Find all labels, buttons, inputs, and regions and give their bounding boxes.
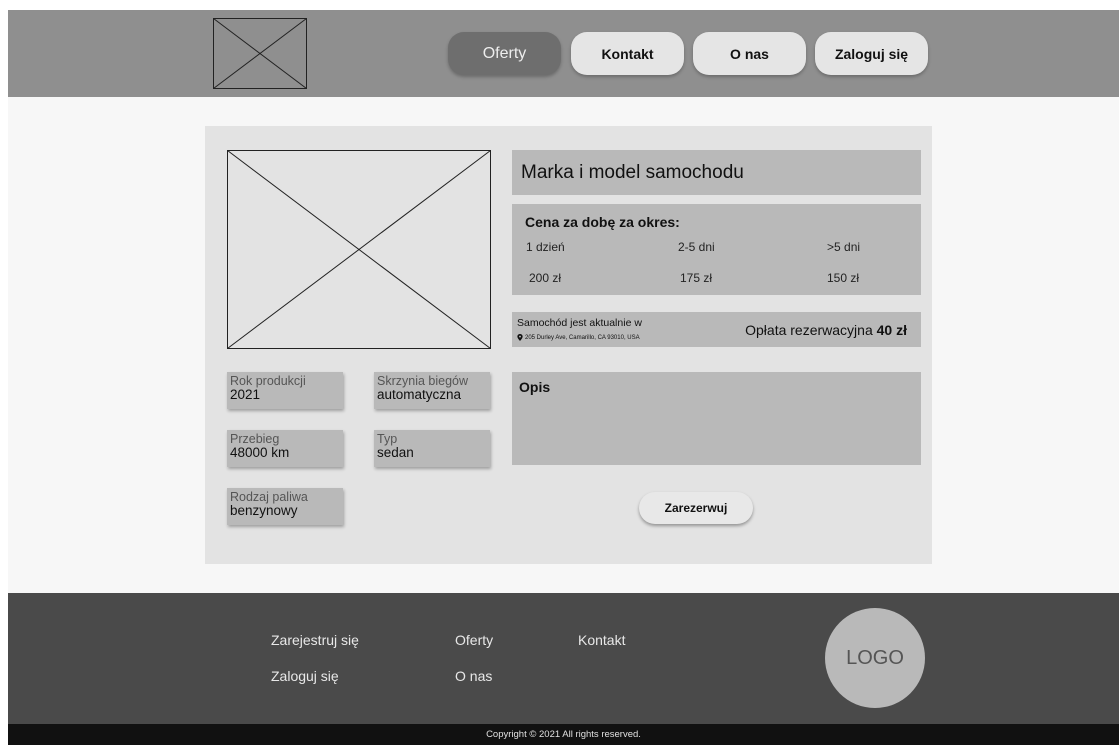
spec-type: Typ sedan xyxy=(374,430,490,467)
header xyxy=(8,10,1119,97)
footer-login-link[interactable]: Zaloguj się xyxy=(271,668,339,684)
spec-value: sedan xyxy=(377,445,414,460)
location-info: Samochód jest aktualnie w 205 Durley Ave… xyxy=(512,312,921,347)
footer xyxy=(8,593,1119,724)
nav-contact-button[interactable]: Kontakt xyxy=(571,32,684,75)
footer-offers-link[interactable]: Oferty xyxy=(455,632,493,648)
footer-logo: LOGO xyxy=(825,608,925,708)
footer-register-link[interactable]: Zarejestruj się xyxy=(271,632,359,648)
price-period: >5 dni xyxy=(827,240,861,254)
price-period: 1 dzień xyxy=(526,240,565,254)
price-value: 200 zł xyxy=(529,271,562,285)
spec-value: 48000 km xyxy=(230,445,290,460)
spec-label: Typ xyxy=(377,432,398,446)
booking-fee-label: Opłata rezerwacyjna xyxy=(745,322,873,338)
nav-about-button[interactable]: O nas xyxy=(693,32,806,75)
spec-value: 2021 xyxy=(230,387,261,402)
price-value: 150 zł xyxy=(827,271,860,285)
copyright-bar: Copyright © 2021 All rights reserved. xyxy=(8,724,1119,745)
nav-offers-button[interactable]: Oferty xyxy=(448,32,561,75)
spec-label: Przebieg xyxy=(230,432,280,446)
description-label: Opis xyxy=(519,379,551,395)
price-table: Cena za dobę za okres: 1 dzień 2-5 dni >… xyxy=(512,204,921,295)
spec-fuel-type: Rodzaj paliwa benzynowy xyxy=(227,488,343,525)
booking-fee: Opłata rezerwacyjna 40 zł xyxy=(745,322,907,338)
location-label: Samochód jest aktualnie w xyxy=(517,317,642,329)
booking-fee-amount: 40 zł xyxy=(876,322,907,338)
description-box: Opis xyxy=(512,372,921,465)
spec-label: Rok produkcji xyxy=(230,374,306,388)
nav-login-button[interactable]: Zaloguj się xyxy=(815,32,928,75)
logo-placeholder-image[interactable] xyxy=(213,18,307,89)
price-value: 175 zł xyxy=(680,271,713,285)
reserve-button[interactable]: Zarezerwuj xyxy=(639,492,753,524)
spec-label: Skrzynia biegów xyxy=(377,374,469,388)
spec-label: Rodzaj paliwa xyxy=(230,490,308,504)
car-image-placeholder xyxy=(227,150,491,349)
location-address: 205 Durley Ave, Camarillo, CA 93010, USA xyxy=(525,334,640,341)
price-period: 2-5 dni xyxy=(678,240,715,254)
location-address-row: 205 Durley Ave, Camarillo, CA 93010, USA xyxy=(517,334,640,341)
price-title: Cena za dobę za okres: xyxy=(525,214,680,230)
spec-mileage: Przebieg 48000 km xyxy=(227,430,343,467)
car-title: Marka i model samochodu xyxy=(512,150,921,195)
spec-value: benzynowy xyxy=(230,503,298,518)
spec-value: automatyczna xyxy=(377,387,462,402)
spec-production-year: Rok produkcji 2021 xyxy=(227,372,343,409)
spec-gearbox: Skrzynia biegów automatyczna xyxy=(374,372,490,409)
footer-about-link[interactable]: O nas xyxy=(455,668,492,684)
footer-contact-link[interactable]: Kontakt xyxy=(578,632,625,648)
map-pin-icon xyxy=(517,334,523,341)
